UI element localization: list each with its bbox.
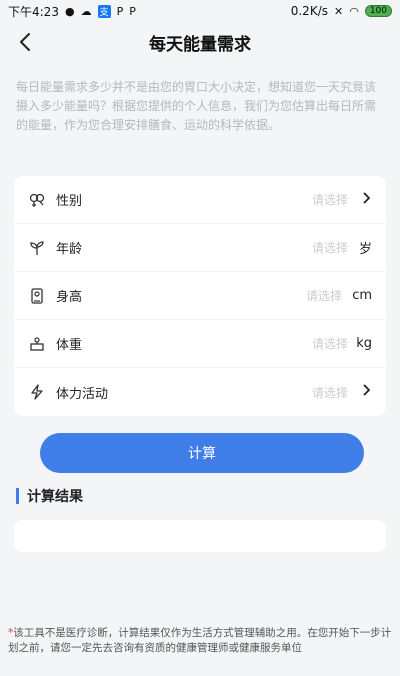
result-box [14,520,386,552]
result-title: 计算结果 [27,489,83,505]
page-title: 每天能量需求 [149,34,251,55]
form-row-gender[interactable]: 性别 请选择 [14,176,386,224]
disclaimer-text: 该工具不是医疗诊断，计算结果仅作为生活方式管理辅助之用。在您开始下一步计划之前，… [8,627,392,654]
intro-text: 每日能量需求多少并不是由您的胃口大小决定，想知道您一天究竟该摄入多少能量吗？根据… [16,80,377,132]
battery-icon: 100 [364,5,392,17]
disclaimer: *该工具不是医疗诊断，计算结果仅作为生活方式管理辅助之用。在您开始下一步计划之前… [8,626,392,656]
form-row-age[interactable]: 年龄 请选择 岁 [14,224,386,272]
wifi-icon: ◠ [349,4,359,18]
gender-label: 性别 [56,194,83,209]
weight-unit: kg [356,336,372,351]
p-icon-2: P [129,4,136,18]
age-placeholder: 请选择 [311,241,348,255]
status-right: 0.2K/s ✕ ◠ 100 [291,4,392,18]
form-row-height[interactable]: 身高 请选择 cm [14,272,386,320]
height-placeholder: 请选择 [305,289,342,303]
mute-icon: ✕ [333,4,344,18]
height-unit: cm [352,288,372,303]
age-unit: 岁 [358,242,372,257]
status-time: 下午4:23 [8,4,59,19]
form-row-activity[interactable]: 体力活动 请选择 [14,368,386,416]
age-label: 年龄 [56,242,83,257]
activity-label: 体力活动 [56,386,109,402]
network-speed: 0.2K/s [290,4,328,18]
navigation-bar: 每天能量需求 [0,22,400,62]
gender-icon [28,191,46,209]
status-bar: 下午4:23 ● ☁ 支 P P 0.2K/s ✕ ◠ 100 [0,0,400,22]
calculate-button[interactable]: 计算 [40,433,364,473]
form-row-weight[interactable]: 体重 请选择 kg [14,320,386,368]
activity-placeholder: 请选择 [311,385,348,400]
gender-chevron-icon [356,191,372,208]
activity-lightning-icon [28,383,46,401]
activity-chevron-icon [356,384,372,400]
result-section-header: 计算结果 [16,486,83,506]
status-left: 下午4:23 ● ☁ 支 P P [8,3,136,20]
notification-icon: ● [64,4,75,18]
pay-icon: 支 [97,4,111,18]
back-arrow-icon[interactable] [14,30,38,54]
section-accent-bar [16,488,19,504]
weight-label: 体重 [56,338,83,353]
height-label: 身高 [56,290,83,305]
weight-placeholder: 请选择 [311,337,348,351]
sprout-icon [28,239,46,257]
gender-placeholder: 请选择 [311,193,348,207]
p-icon-1: P [116,4,124,18]
input-form-card: 性别 请选择 年龄 请选择 岁 身高 请选择 cm 体重 请选择 kg 体力活动… [14,176,386,416]
height-ruler-icon [28,287,46,305]
weight-scale-icon [28,335,46,353]
cloud-icon: ☁ [80,4,92,18]
